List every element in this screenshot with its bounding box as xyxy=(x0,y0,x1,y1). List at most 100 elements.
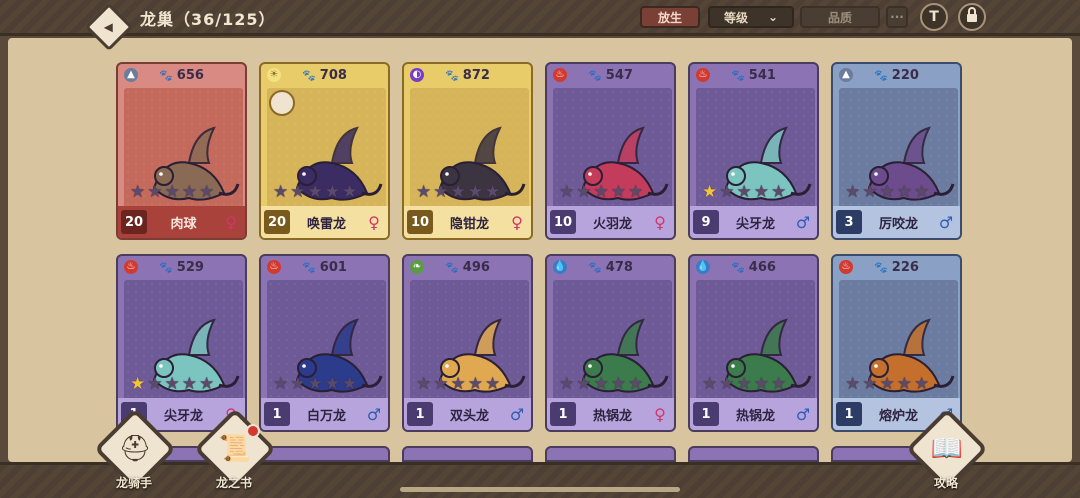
card-footer: 1 热锅龙 ♀ xyxy=(547,398,674,430)
paw-icon: 🐾 xyxy=(302,260,316,274)
level-badge: 9 xyxy=(693,210,719,234)
star-icon: ★ xyxy=(896,182,912,202)
star-icon: ★ xyxy=(273,182,289,202)
star-icon: ★ xyxy=(896,374,912,394)
star-icon: ★ xyxy=(485,374,501,394)
fire-element-icon: ♨ xyxy=(267,260,281,274)
star-icon: ★ xyxy=(862,182,878,202)
card-footer: 9 尖牙龙 ♂ xyxy=(690,206,817,238)
star-icon: ★ xyxy=(467,182,483,202)
dragon-name: 厉咬龙 xyxy=(878,216,918,232)
dragon-rider-label: 龙骑手 xyxy=(115,476,152,490)
paw-icon: 🐾 xyxy=(445,260,459,274)
dragon-name: 双头龙 xyxy=(449,408,489,424)
star-icon: ★ xyxy=(845,182,861,202)
sort-quality-button[interactable]: 品质 xyxy=(800,6,880,28)
dragon-card[interactable]: 💧 🐾 466 ★ ★ ★ ★ ★ 1 热锅龙 ♂ xyxy=(688,254,819,432)
star-icon: ★ xyxy=(130,374,146,394)
earth-element-icon: ▲ xyxy=(124,68,138,82)
star-icon: ★ xyxy=(433,182,449,202)
star-icon: ★ xyxy=(164,374,180,394)
star-icon: ★ xyxy=(736,182,752,202)
nature-element-icon: ❧ xyxy=(410,260,424,274)
dragon-card[interactable]: ▲ 🐾 656 ★ ★ ★ ★ ★ 20 肉球 ♀ xyxy=(116,62,247,240)
dragon-card[interactable]: ❧ 🐾 496 ★ ★ ★ ★ ★ 1 双头龙 ♂ xyxy=(402,254,533,432)
level-badge: 1 xyxy=(693,402,719,426)
level-badge: 1 xyxy=(836,402,862,426)
dragon-name: 热锅龙 xyxy=(592,408,632,424)
dragon-card[interactable]: ♨ 🐾 601 ★ ★ ★ ★ ★ 1 白万龙 ♂ xyxy=(259,254,390,432)
star-icon: ★ xyxy=(576,374,592,394)
star-icon: ★ xyxy=(879,374,895,394)
lock-icon xyxy=(965,7,979,27)
star-icon: ★ xyxy=(576,182,592,202)
star-rating: ★ ★ ★ ★ ★ xyxy=(416,182,500,202)
star-icon: ★ xyxy=(719,182,735,202)
star-icon: ★ xyxy=(199,182,215,202)
star-icon: ★ xyxy=(147,374,163,394)
star-icon: ★ xyxy=(130,182,146,202)
fire-element-icon: ♨ xyxy=(696,68,710,82)
power-value: 529 xyxy=(176,259,204,275)
home-indicator xyxy=(400,487,680,492)
paw-icon: 🐾 xyxy=(588,68,602,82)
dragon-card-partial[interactable] xyxy=(688,446,819,462)
star-rating: ★ ★ ★ ★ ★ xyxy=(845,182,929,202)
dragon-card[interactable]: ♨🐾226★★★★★1熔炉龙♂ xyxy=(831,254,962,432)
star-icon: ★ xyxy=(628,374,644,394)
fire-element-icon: ♨ xyxy=(124,260,138,274)
viking-helmet-icon: ⛑ xyxy=(118,434,152,464)
card-header: ☀ 🐾 708 xyxy=(261,64,388,86)
dragon-card-partial[interactable] xyxy=(402,446,533,462)
lock-button[interactable] xyxy=(958,3,986,31)
level-badge: 3 xyxy=(836,210,862,234)
star-icon: ★ xyxy=(879,182,895,202)
level-badge: 10 xyxy=(550,210,576,234)
star-icon: ★ xyxy=(845,374,861,394)
card-footer: 3 厉咬龙 ♂ xyxy=(833,206,960,238)
star-icon: ★ xyxy=(914,374,930,394)
gender-icon: ♂ xyxy=(795,212,811,232)
star-rating: ★ ★ ★ ★ ★ xyxy=(559,182,643,202)
sort-level-dropdown[interactable]: 等级 ⌄ xyxy=(708,6,794,28)
card-footer: 1 双头龙 ♂ xyxy=(404,398,531,430)
star-icon: ★ xyxy=(324,374,340,394)
dragon-name: 白万龙 xyxy=(306,408,346,424)
level-badge: 1 xyxy=(264,402,290,426)
star-icon: ★ xyxy=(628,182,644,202)
dragon-card[interactable]: ♨ 🐾 547 ★ ★ ★ ★ ★ 10 火羽龙 ♀ xyxy=(545,62,676,240)
top-bar: 龙巢（36/125） 放生 等级 ⌄ 品质 ··· T xyxy=(0,0,1080,36)
star-icon: ★ xyxy=(467,374,483,394)
dragon-card[interactable]: ▲ 🐾 220 ★ ★ ★ ★ ★ 3 厉咬龙 ♂ xyxy=(831,62,962,240)
star-icon: ★ xyxy=(610,374,626,394)
star-icon: ★ xyxy=(181,182,197,202)
more-options-button[interactable]: ··· xyxy=(886,6,908,28)
paw-icon: 🐾 xyxy=(445,68,459,82)
dragon-card[interactable]: 💧 🐾 478 ★ ★ ★ ★ ★ 1 热锅龙 ♀ xyxy=(545,254,676,432)
paw-icon: 🐾 xyxy=(731,68,745,82)
card-footer: 10 隐钳龙 ♀ xyxy=(404,206,531,238)
chevron-down-icon: ⌄ xyxy=(767,10,779,24)
gender-icon: ♀ xyxy=(654,212,666,232)
dragon-card[interactable]: ☀ 🐾 708 ★ ★ ★ ★ ★ 20 唤雷龙 ♀ xyxy=(259,62,390,240)
power-value: 226 xyxy=(891,259,919,275)
guide-label: 攻略 xyxy=(933,476,958,490)
dragon-card[interactable]: ♨🐾529★★★★★1尖牙龙♀ xyxy=(116,254,247,432)
notification-dot xyxy=(246,424,260,438)
dragon-card[interactable]: ♨ 🐾 541 ★ ★ ★ ★ ★ 9 尖牙龙 ♂ xyxy=(688,62,819,240)
star-icon: ★ xyxy=(433,374,449,394)
level-badge: 1 xyxy=(550,402,576,426)
star-icon: ★ xyxy=(771,182,787,202)
power-value: 496 xyxy=(462,259,490,275)
star-icon: ★ xyxy=(416,182,432,202)
filter-button[interactable]: T xyxy=(920,3,948,31)
gender-icon: ♂ xyxy=(509,404,525,424)
dragon-card[interactable]: ◐ 🐾 872 ★ ★ ★ ★ ★ 10 隐钳龙 ♀ xyxy=(402,62,533,240)
dragon-card-partial[interactable] xyxy=(545,446,676,462)
star-icon: ★ xyxy=(324,182,340,202)
card-header: 💧 🐾 466 xyxy=(690,256,817,278)
release-button[interactable]: 放生 xyxy=(640,6,700,28)
gender-icon: ♂ xyxy=(795,404,811,424)
dragon-card-partial[interactable] xyxy=(259,446,390,462)
card-header: 💧 🐾 478 xyxy=(547,256,674,278)
